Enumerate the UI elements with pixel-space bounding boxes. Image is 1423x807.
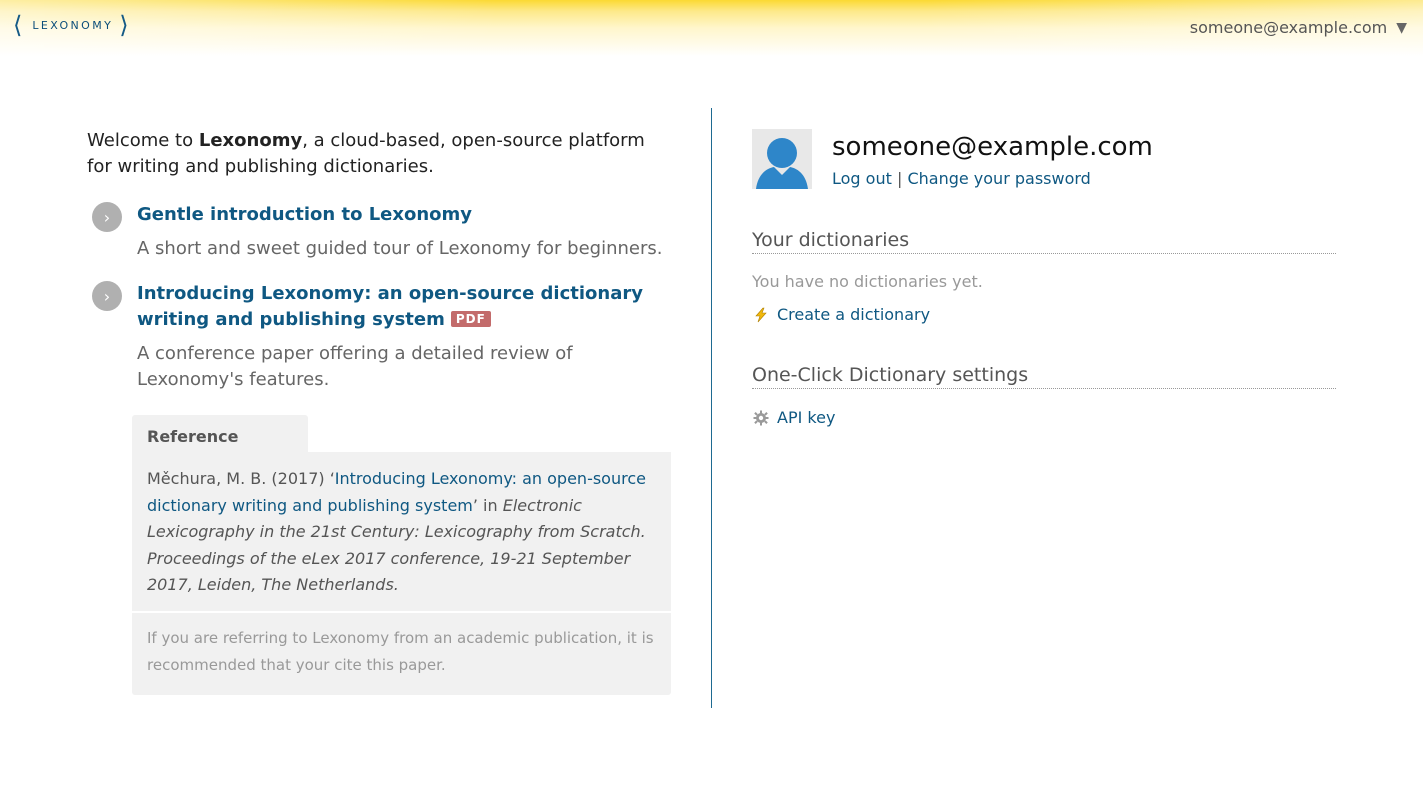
logo-bracket-left: ⟨ [13,11,23,39]
logo-text: LEXONOMY [32,18,114,32]
oneclick-settings-heading: One-Click Dictionary settings [752,364,1336,389]
citation-in: ’ in [472,495,503,515]
user-menu-email: someone@example.com [1189,18,1388,37]
top-header: ⟨ LEXONOMY ⟩ someone@example.com ▼ [0,0,1423,56]
account-email: someone@example.com [832,132,1153,162]
dictionaries-heading: Your dictionaries [752,229,1336,254]
user-avatar-icon [756,138,808,189]
pdf-badge: PDF [450,311,491,327]
user-menu[interactable]: someone@example.com ▼ [1190,18,1407,37]
reference-citation: Měchura, M. B. (2017) ‘Introducing Lexon… [132,452,671,611]
avatar [752,129,812,189]
column-divider [711,108,712,708]
logout-link[interactable]: Log out [832,169,892,188]
create-dictionary-link[interactable]: Create a dictionary [777,305,930,324]
welcome-brand: Lexonomy [198,130,303,151]
gear-icon [752,409,769,426]
logo-bracket-right: ⟩ [119,11,129,39]
change-password-link[interactable]: Change your password [907,169,1090,188]
resource-description: A short and sweet guided tour of Lexonom… [137,238,663,259]
api-key-action[interactable]: API key [752,408,835,427]
reference-box: Reference Měchura, M. B. (2017) ‘Introdu… [132,415,671,695]
lexonomy-logo[interactable]: ⟨ LEXONOMY ⟩ [13,13,129,37]
dropdown-caret-icon: ▼ [1396,19,1407,36]
welcome-prefix: Welcome to [87,130,199,151]
citation-authors: Měchura, M. B. (2017) ‘ [147,469,335,488]
api-key-link[interactable]: API key [777,408,835,427]
resource-link-paper[interactable]: Introducing Lexonomy: an open-source dic… [137,283,643,330]
reference-tab: Reference [132,415,308,452]
welcome-text: Welcome to Lexonomy, a cloud-based, open… [87,128,672,180]
lightning-icon [752,306,769,323]
no-dictionaries-text: You have no dictionaries yet. [752,272,983,291]
resource-link-intro[interactable]: Gentle introduction to Lexonomy [137,204,472,225]
chevron-right-icon[interactable]: › [92,281,122,311]
left-column: Welcome to Lexonomy, a cloud-based, open… [87,128,672,695]
account-links: Log out | Change your password [832,169,1091,188]
resource-item: › Introducing Lexonomy: an open-source d… [87,281,672,393]
reference-note: If you are referring to Lexonomy from an… [132,610,671,695]
create-dictionary-action[interactable]: Create a dictionary [752,305,930,324]
resource-item: › Gentle introduction to Lexonomy A shor… [87,202,672,262]
link-separator: | [896,169,903,188]
resource-description: A conference paper offering a detailed r… [137,343,573,390]
chevron-right-icon[interactable]: › [92,202,122,232]
